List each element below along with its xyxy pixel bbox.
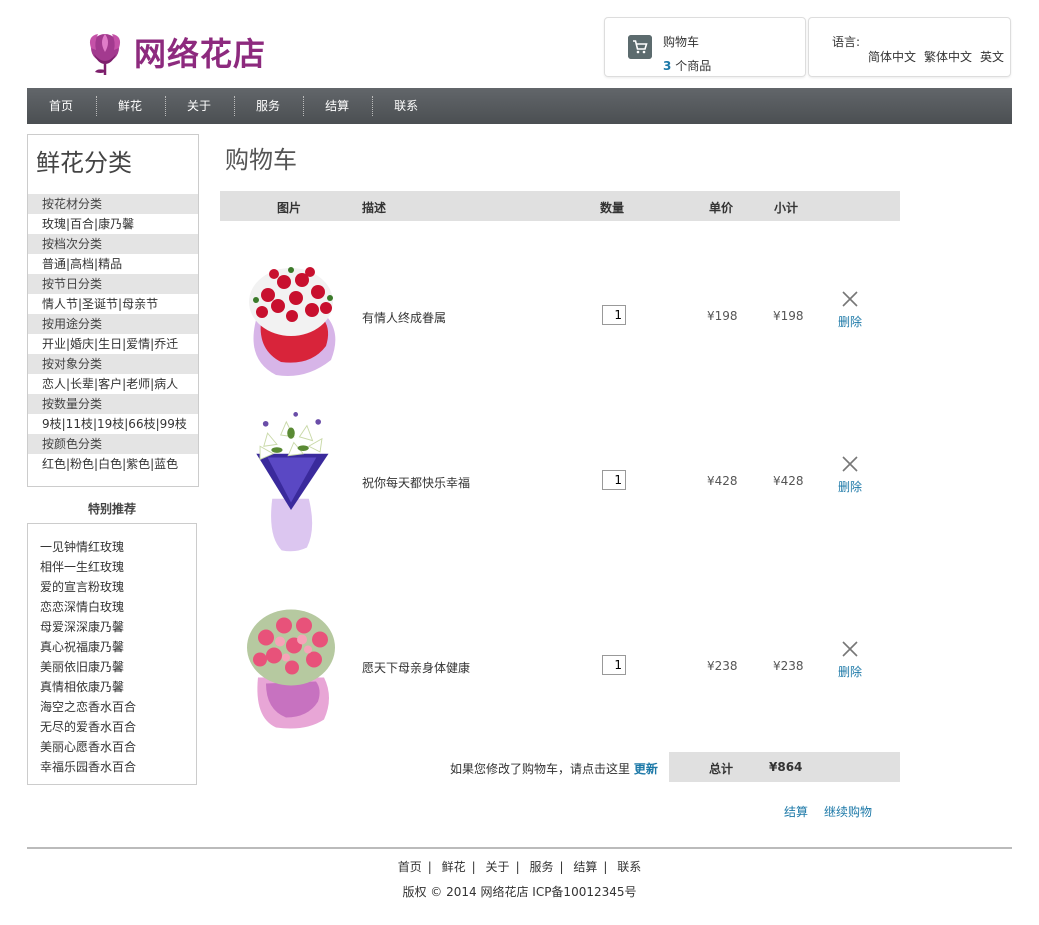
special-item[interactable]: 母爱深深康乃馨 bbox=[40, 617, 136, 637]
cart-item-count: 3 个商品 bbox=[663, 59, 712, 73]
footer-nav: 首页 | 鲜花 | 关于 | 服务 | 结算 | 联系 bbox=[0, 858, 1039, 875]
special-item[interactable]: 真情相依康乃馨 bbox=[40, 677, 136, 697]
category-links[interactable]: 玫瑰|百合|康乃馨 bbox=[28, 214, 198, 234]
col-price: 单价 bbox=[709, 201, 734, 215]
nav-checkout[interactable]: 结算 bbox=[303, 88, 372, 124]
close-icon[interactable] bbox=[841, 640, 859, 658]
site-logo[interactable]: 网络花店 bbox=[82, 28, 266, 76]
category-links[interactable]: 红色|粉色|白色|紫色|蓝色 bbox=[28, 454, 198, 474]
cart-row: 愿天下母亲身体健康 ¥238 ¥238 删除 bbox=[220, 590, 900, 740]
main-nav: 首页 鲜花 关于 服务 结算 联系 bbox=[27, 88, 1012, 124]
footer-divider bbox=[27, 847, 1012, 849]
category-links[interactable]: 普通|高档|精品 bbox=[28, 254, 198, 274]
special-panel: 一见钟情红玫瑰 相伴一生红玫瑰 爱的宣言粉玫瑰 恋恋深情白玫瑰 母爱深深康乃馨 … bbox=[27, 523, 197, 785]
unit-price: ¥238 bbox=[707, 659, 738, 673]
row-subtotal: ¥198 bbox=[773, 309, 804, 323]
quantity-input[interactable] bbox=[602, 655, 626, 675]
special-item[interactable]: 美丽心愿香水百合 bbox=[40, 737, 136, 757]
nav-services[interactable]: 服务 bbox=[234, 88, 303, 124]
special-item[interactable]: 无尽的爱香水百合 bbox=[40, 717, 136, 737]
continue-shopping-link[interactable]: 继续购物 bbox=[824, 803, 872, 820]
total-label: 总计 bbox=[709, 762, 734, 776]
nav-about[interactable]: 关于 bbox=[165, 88, 234, 124]
col-desc: 描述 bbox=[362, 201, 387, 215]
site-name: 网络花店 bbox=[134, 35, 267, 73]
footer-link-about[interactable]: 关于 bbox=[480, 860, 516, 874]
category-group-head: 按花材分类 bbox=[28, 194, 198, 214]
shopping-cart-icon bbox=[628, 35, 652, 59]
language-selector: 语言: 简体中文 繁体中文 英文 bbox=[808, 17, 1011, 77]
footer-link-contact[interactable]: 联系 bbox=[611, 860, 647, 874]
row-subtotal: ¥238 bbox=[773, 659, 804, 673]
cart-table-header: 图片 描述 数量 单价 小计 bbox=[220, 191, 900, 221]
col-qty: 数量 bbox=[600, 201, 625, 215]
language-option-traditional[interactable]: 繁体中文 bbox=[924, 48, 972, 65]
special-item[interactable]: 相伴一生红玫瑰 bbox=[40, 557, 136, 577]
language-label: 语言: bbox=[832, 35, 861, 49]
lily-bouquet-image bbox=[256, 412, 329, 552]
delete-link[interactable]: 删除 bbox=[838, 663, 862, 680]
update-note: 如果您修改了购物车，请点击这里 更新 bbox=[450, 762, 658, 776]
close-icon[interactable] bbox=[841, 290, 859, 308]
col-image: 图片 bbox=[277, 201, 302, 215]
special-item[interactable]: 幸福乐园香水百合 bbox=[40, 757, 136, 777]
unit-price: ¥428 bbox=[707, 474, 738, 488]
category-title: 鲜花分类 bbox=[36, 149, 132, 177]
special-item[interactable]: 美丽依旧康乃馨 bbox=[40, 657, 136, 677]
item-description[interactable]: 祝你每天都快乐幸福 bbox=[362, 474, 470, 491]
item-description[interactable]: 愿天下母亲身体健康 bbox=[362, 659, 470, 676]
category-group-head: 按节日分类 bbox=[28, 274, 198, 294]
category-group-head: 按数量分类 bbox=[28, 394, 198, 414]
delete-link[interactable]: 删除 bbox=[838, 313, 862, 330]
category-links[interactable]: 情人节|圣诞节|母亲节 bbox=[28, 294, 198, 314]
red-rose-bouquet-image bbox=[249, 267, 336, 376]
category-group-head: 按颜色分类 bbox=[28, 434, 198, 454]
category-panel: 鲜花分类 按花材分类 玫瑰|百合|康乃馨 按档次分类 普通|高档|精品 按节日分… bbox=[27, 134, 199, 487]
category-group-head: 按档次分类 bbox=[28, 234, 198, 254]
carnation-bouquet-image bbox=[247, 609, 335, 729]
rose-logo-icon bbox=[89, 34, 121, 75]
close-icon[interactable] bbox=[841, 455, 859, 473]
total-value: ¥864 bbox=[769, 760, 803, 774]
col-subtotal: 小计 bbox=[774, 201, 799, 215]
delete-link[interactable]: 删除 bbox=[838, 478, 862, 495]
special-item[interactable]: 恋恋深情白玫瑰 bbox=[40, 597, 136, 617]
cart-row: 有情人终成眷属 ¥198 ¥198 删除 bbox=[220, 240, 900, 390]
category-group-head: 按对象分类 bbox=[28, 354, 198, 374]
category-links[interactable]: 9枝|11枝|19枝|66枝|99枝 bbox=[28, 414, 198, 434]
cart-title: 购物车 bbox=[663, 35, 700, 49]
special-item[interactable]: 海空之恋香水百合 bbox=[40, 697, 136, 717]
update-link[interactable]: 更新 bbox=[634, 762, 658, 776]
cart-row: 祝你每天都快乐幸福 ¥428 ¥428 删除 bbox=[220, 405, 900, 555]
quantity-input[interactable] bbox=[602, 305, 626, 325]
footer-link-flowers[interactable]: 鲜花 bbox=[436, 860, 472, 874]
nav-contact[interactable]: 联系 bbox=[372, 88, 441, 124]
footer-link-services[interactable]: 服务 bbox=[523, 860, 559, 874]
footer-link-checkout[interactable]: 结算 bbox=[567, 860, 603, 874]
page-title: 购物车 bbox=[225, 146, 297, 174]
row-subtotal: ¥428 bbox=[773, 474, 804, 488]
category-links[interactable]: 恋人|长辈|客户|老师|病人 bbox=[28, 374, 198, 394]
cart-summary[interactable]: 购物车 3 个商品 bbox=[604, 17, 806, 77]
cart-total: 总计 ¥864 bbox=[669, 752, 900, 782]
special-item[interactable]: 一见钟情红玫瑰 bbox=[40, 537, 136, 557]
quantity-input[interactable] bbox=[602, 470, 626, 490]
footer-link-home[interactable]: 首页 bbox=[392, 860, 428, 874]
language-option-simplified[interactable]: 简体中文 bbox=[868, 48, 916, 65]
unit-price: ¥198 bbox=[707, 309, 738, 323]
category-group-head: 按用途分类 bbox=[28, 314, 198, 334]
special-item[interactable]: 爱的宣言粉玫瑰 bbox=[40, 577, 136, 597]
checkout-link[interactable]: 结算 bbox=[784, 803, 808, 820]
language-option-english[interactable]: 英文 bbox=[980, 48, 1004, 65]
special-item[interactable]: 真心祝福康乃馨 bbox=[40, 637, 136, 657]
nav-home[interactable]: 首页 bbox=[27, 88, 96, 124]
copyright: 版权 © 2014 网络花店 ICP备10012345号 bbox=[402, 885, 637, 899]
special-title: 特别推荐 bbox=[87, 502, 136, 516]
category-links[interactable]: 开业|婚庆|生日|爱情|乔迁 bbox=[28, 334, 198, 354]
item-description[interactable]: 有情人终成眷属 bbox=[362, 309, 446, 326]
nav-flowers[interactable]: 鲜花 bbox=[96, 88, 165, 124]
